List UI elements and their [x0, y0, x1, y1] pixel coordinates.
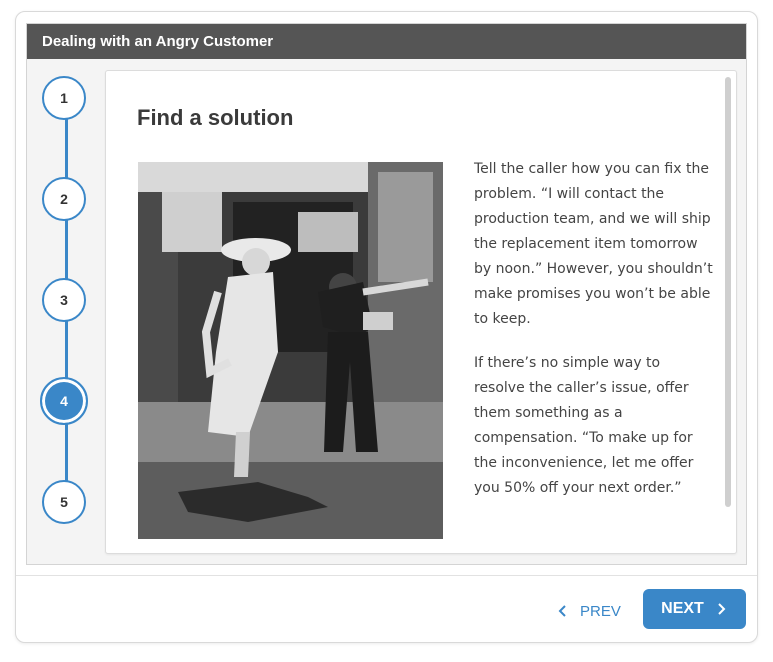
next-button-label: NEXT — [661, 600, 704, 617]
chevron-left-icon — [558, 605, 566, 617]
step-5[interactable]: 5 — [42, 480, 86, 524]
slide-paragraph-1: Tell the caller how you can fix the prob… — [474, 161, 713, 327]
lesson-panel: Dealing with an Angry Customer 1 2 3 4 5… — [26, 23, 747, 565]
prev-button-label: PREV — [580, 602, 621, 620]
footer-divider — [16, 575, 757, 576]
step-4-current[interactable]: 4 — [40, 377, 88, 425]
step-1[interactable]: 1 — [42, 76, 86, 120]
prev-button[interactable]: PREV — [556, 598, 621, 624]
photo-illustration — [138, 162, 443, 539]
course-title: Dealing with an Angry Customer — [27, 24, 746, 59]
slide-paragraph-2: If there’s no simple way to resolve the … — [474, 355, 694, 496]
content-scrollbar[interactable] — [725, 77, 731, 507]
slide-photo — [138, 162, 443, 539]
course-player-card: Dealing with an Angry Customer 1 2 3 4 5… — [15, 11, 758, 643]
step-3[interactable]: 3 — [42, 278, 86, 322]
slide-heading: Find a solution — [137, 105, 294, 130]
step-progress: 1 2 3 4 5 — [40, 76, 90, 536]
slide-content: Find a solution Tell the caller how you … — [105, 70, 737, 554]
next-button[interactable]: NEXT — [643, 589, 746, 629]
step-2[interactable]: 2 — [42, 177, 86, 221]
chevron-right-icon — [718, 603, 726, 615]
